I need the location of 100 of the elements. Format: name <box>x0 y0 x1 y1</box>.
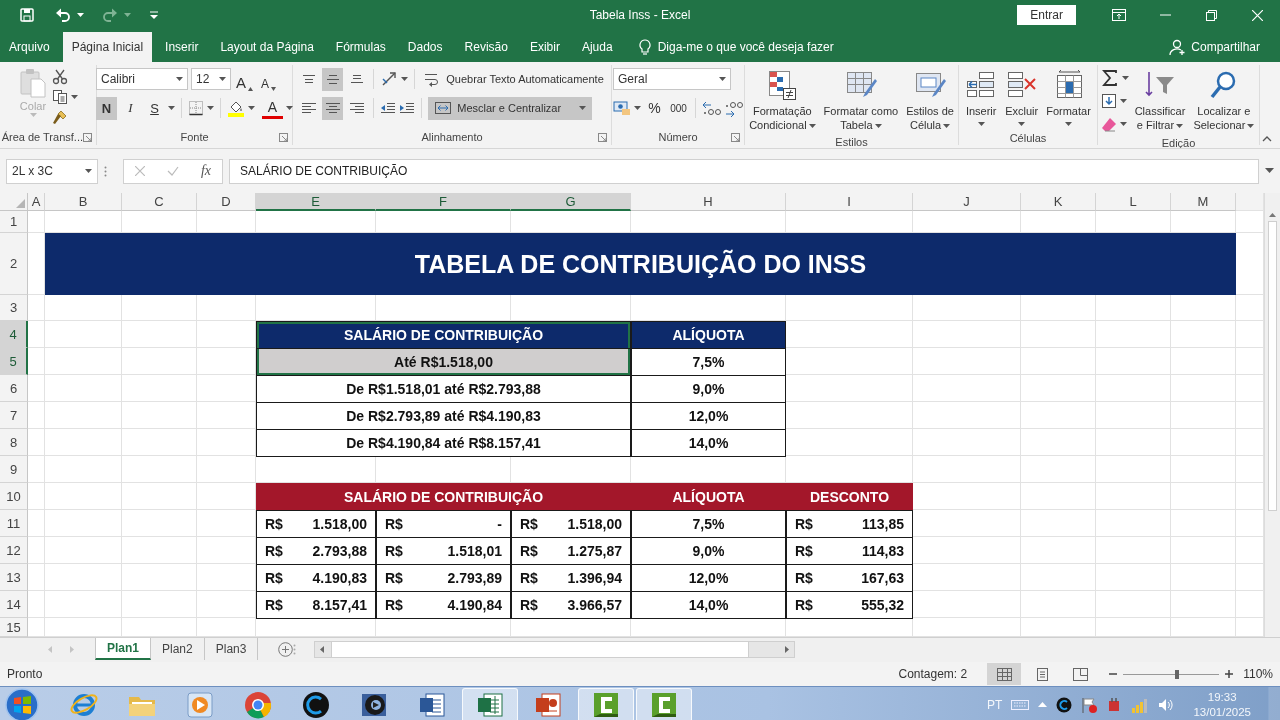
caret-icon[interactable] <box>176 77 183 81</box>
column-header[interactable]: B <box>45 193 122 211</box>
caret-icon[interactable] <box>248 106 255 110</box>
dialog-launcher-icon[interactable] <box>598 132 607 142</box>
caret-icon[interactable] <box>401 77 409 81</box>
zoom-slider[interactable] <box>1123 669 1220 679</box>
bold-button[interactable]: N <box>96 96 117 120</box>
restore-icon[interactable] <box>1205 9 1217 21</box>
share-button[interactable]: Compartilhar <box>1169 32 1260 62</box>
brush-icon[interactable] <box>52 109 68 125</box>
underline-button[interactable]: S <box>144 96 165 120</box>
increase-indent-icon[interactable] <box>399 100 416 116</box>
shrink-font-button[interactable]: A <box>258 67 279 91</box>
currency-icon[interactable] <box>613 100 631 116</box>
ribbon-tab[interactable]: Inserir <box>156 32 208 62</box>
taskbar-button[interactable] <box>462 687 518 720</box>
column-header[interactable]: L <box>1096 193 1171 211</box>
row-header[interactable]: 10 <box>0 483 28 510</box>
ribbon-tab[interactable]: Ajuda <box>572 32 622 62</box>
caret-icon[interactable] <box>977 122 985 126</box>
vertical-scrollbar[interactable] <box>1264 193 1280 637</box>
column-header[interactable]: F <box>376 193 511 211</box>
column-header[interactable]: H <box>631 193 786 211</box>
caret-icon[interactable] <box>286 106 293 110</box>
number-format-field[interactable]: Geral <box>613 68 731 90</box>
fill-color-icon[interactable] <box>227 99 245 117</box>
table-format-button[interactable]: Formatar como Tabela <box>821 67 901 134</box>
row-header[interactable]: 5 <box>0 348 28 375</box>
scissors-icon[interactable] <box>52 69 68 85</box>
scroll-up-icon[interactable] <box>1269 213 1276 217</box>
sigma-icon[interactable] <box>1100 69 1119 87</box>
caret-icon[interactable] <box>579 106 587 110</box>
drag-handle-icon[interactable] <box>104 165 107 177</box>
ribbon-tab[interactable]: Fórmulas <box>326 32 395 62</box>
scrollbar-thumb[interactable] <box>331 642 750 657</box>
row-header[interactable]: 13 <box>0 564 28 591</box>
scroll-left-icon[interactable] <box>320 646 325 653</box>
conditional-format-button[interactable]: Formatação Condicional <box>747 67 818 134</box>
decrease-indent-icon[interactable] <box>380 100 397 116</box>
caret-icon[interactable] <box>71 95 78 99</box>
caret-icon[interactable] <box>1119 99 1127 103</box>
column-header[interactable]: E <box>256 193 376 211</box>
orientation-icon[interactable] <box>380 70 399 88</box>
column-header[interactable]: M <box>1171 193 1236 211</box>
insert-function-button[interactable]: fx <box>200 163 211 179</box>
row-header[interactable]: 9 <box>0 456 28 483</box>
customize-icon[interactable] <box>149 10 159 20</box>
scrollbar-thumb[interactable] <box>1268 221 1277 511</box>
sheet-tab[interactable]: Plan1 <box>95 638 151 660</box>
caret-icon[interactable] <box>168 106 175 110</box>
ribbon-display-icon[interactable] <box>1112 9 1126 21</box>
sort-filter-button[interactable]: Classificar e Filtrar <box>1132 67 1188 134</box>
delete-cells-button[interactable]: Excluir <box>1003 67 1041 128</box>
flag-icon[interactable] <box>1081 696 1098 713</box>
caret-icon[interactable] <box>808 124 816 129</box>
column-header[interactable]: D <box>197 193 256 211</box>
row-header[interactable]: 11 <box>0 510 28 537</box>
row-header[interactable]: 7 <box>0 402 28 429</box>
font-size-field[interactable]: 12 <box>191 68 231 90</box>
normal-view-button[interactable] <box>987 663 1022 685</box>
caret-icon[interactable] <box>1018 122 1026 126</box>
row-header[interactable]: 2 <box>0 233 28 295</box>
scroll-right-icon[interactable] <box>785 646 790 653</box>
tell-me-field[interactable]: Diga-me o que você deseja fazer <box>657 40 834 54</box>
expand-formula-icon[interactable] <box>1265 168 1274 174</box>
horizontal-scrollbar[interactable] <box>314 641 796 658</box>
save-icon[interactable] <box>19 7 35 23</box>
row-header[interactable]: 6 <box>0 375 28 402</box>
row-header[interactable]: 15 <box>0 618 28 637</box>
ribbon-tab[interactable]: Exibir <box>520 32 569 62</box>
caret-icon[interactable] <box>1119 122 1127 126</box>
undo-icon[interactable] <box>55 7 71 23</box>
name-box[interactable]: 2L x 3C <box>6 158 98 184</box>
wrap-text-button[interactable]: Quebrar Texto Automaticamente <box>421 67 606 91</box>
copy-icon[interactable] <box>52 89 68 105</box>
row-header[interactable]: 14 <box>0 591 28 618</box>
ribbon-tab[interactable]: Layout da Página <box>211 32 323 62</box>
fill-down-icon[interactable] <box>1100 93 1117 109</box>
thousands-button[interactable]: 000 <box>668 96 689 120</box>
caret-icon[interactable] <box>1121 76 1129 80</box>
cell-styles-button[interactable]: Estilos de Célula <box>904 67 956 134</box>
row-header[interactable]: 3 <box>0 295 28 321</box>
eraser-icon[interactable] <box>1100 116 1117 132</box>
sheet-tab[interactable]: Plan2 <box>151 638 205 660</box>
percent-button[interactable]: % <box>644 96 665 120</box>
row-header[interactable]: 1 <box>0 211 28 233</box>
grow-font-button[interactable]: A <box>234 67 255 91</box>
caret-icon[interactable] <box>77 13 84 17</box>
zoom-slider-thumb[interactable] <box>1174 669 1179 679</box>
tray-app-icon[interactable] <box>1056 696 1073 713</box>
borders-icon[interactable] <box>188 100 204 116</box>
caret-icon[interactable] <box>634 106 641 110</box>
zoom-in-icon[interactable] <box>1225 670 1234 678</box>
align-center-button[interactable] <box>322 96 344 120</box>
decrease-decimal-icon[interactable] <box>724 99 743 117</box>
column-header[interactable]: J <box>913 193 1021 211</box>
start-button[interactable] <box>4 686 40 720</box>
ribbon-tab[interactable]: Arquivo <box>0 32 59 62</box>
row-header[interactable]: 12 <box>0 537 28 564</box>
ribbon-tab[interactable]: Revisão <box>455 32 517 62</box>
